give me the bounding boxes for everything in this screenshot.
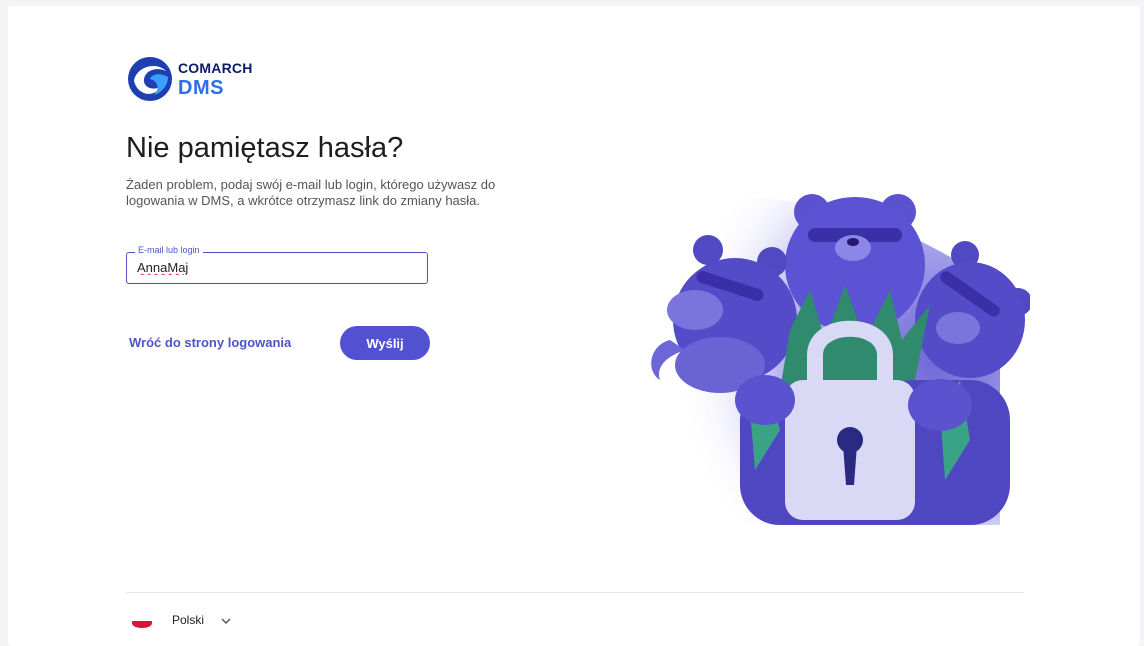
footer-divider xyxy=(126,592,1024,593)
bears-padlock-illustration xyxy=(651,194,1030,525)
chevron-down-icon xyxy=(221,618,231,625)
brand-product: DMS xyxy=(178,77,224,99)
poland-flag-icon xyxy=(132,614,152,628)
email-or-login-field[interactable]: E-mail lub login xyxy=(126,245,428,284)
comarch-logo-icon xyxy=(128,57,172,101)
email-or-login-input[interactable] xyxy=(137,260,407,275)
page-title: Nie pamiętasz hasła? xyxy=(126,132,404,164)
page-subtitle: Żaden problem, podaj swój e-mail lub log… xyxy=(126,177,496,208)
send-button[interactable]: Wyślij xyxy=(340,326,430,360)
language-label: Polski xyxy=(172,613,205,627)
brand-name: COMARCH xyxy=(178,60,253,76)
email-or-login-label: E-mail lub login xyxy=(135,245,203,255)
back-to-login-link[interactable]: Wróć do strony logowania xyxy=(129,335,291,350)
language-selector[interactable]: Polski xyxy=(132,611,252,631)
comarch-dms-logo: COMARCH DMS xyxy=(126,55,286,105)
